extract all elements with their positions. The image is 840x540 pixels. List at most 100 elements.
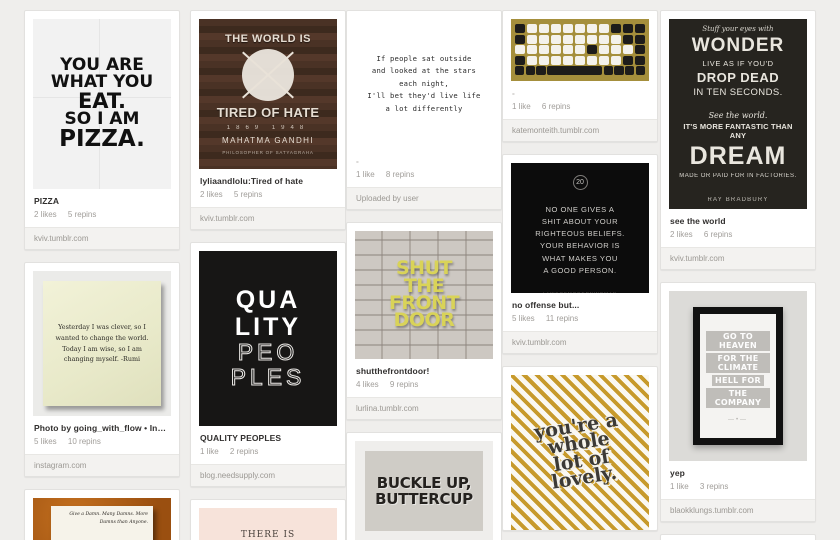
art-line: HELL FOR bbox=[712, 374, 764, 386]
pin-source[interactable]: katemonteith.tumblr.com bbox=[503, 119, 657, 141]
pin-likes: 5 likes bbox=[34, 437, 57, 446]
tired-of-hate-art: THE WORLD IS TIRED OF HATE 1869 1948 MAH… bbox=[199, 19, 337, 169]
stars-quote-art: If people sat outside and looked at the … bbox=[355, 19, 493, 149]
pin-stats: 2 likes 6 repins bbox=[670, 230, 806, 239]
masonry-column-2: THE WORLD IS TIRED OF HATE 1869 1948 MAH… bbox=[190, 10, 346, 540]
pin-card[interactable]: - 1 like 6 repins katemonteith.tumblr.co… bbox=[502, 10, 658, 142]
pin-source[interactable]: blaokklungs.tumblr.com bbox=[661, 499, 815, 521]
pin-meta: - 1 like 8 repins bbox=[347, 149, 501, 187]
pin-card[interactable]: 21 bbox=[660, 534, 816, 540]
pin-title[interactable]: shutthefrontdoor! bbox=[356, 366, 492, 376]
pin-likes: 1 like bbox=[670, 482, 689, 491]
pin-title[interactable]: see the world bbox=[670, 216, 806, 226]
quality-peoples-art: QUA LITY PEO PLES bbox=[199, 251, 337, 426]
pin-source[interactable]: instagram.com bbox=[25, 454, 179, 476]
emblem-icon bbox=[242, 49, 294, 101]
pin-thumbnail[interactable]: Stuff your eyes with WONDER LIVE AS IF Y… bbox=[669, 19, 807, 209]
pin-source[interactable]: kviv.tumblr.com bbox=[661, 247, 815, 269]
pin-card[interactable]: Stuff your eyes with WONDER LIVE AS IF Y… bbox=[660, 10, 816, 270]
masonry-column-4: - 1 like 6 repins katemonteith.tumblr.co… bbox=[502, 10, 658, 540]
pin-thumbnail[interactable]: QUA LITY PEO PLES bbox=[199, 251, 337, 426]
pin-board[interactable]: YOU ARE WHAT YOU EAT. SO I AM PIZZA. PIZ… bbox=[0, 0, 840, 540]
pin-meta: shutthefrontdoor! 4 likes 9 repins bbox=[347, 359, 501, 397]
pin-title[interactable]: PIZZA bbox=[34, 196, 170, 206]
art-line: EAT. bbox=[77, 88, 127, 113]
pin-title[interactable]: QUALITY PEOPLES bbox=[200, 433, 336, 443]
art-line: I'll bet they'd live life bbox=[367, 91, 481, 101]
pin-thumbnail[interactable]: Give a Damn. Many Damns. More Damns than… bbox=[33, 498, 171, 540]
art-line: WONDER bbox=[691, 35, 785, 56]
pin-card[interactable]: THE WORLD IS TIRED OF HATE 1869 1948 MAH… bbox=[190, 10, 346, 230]
pin-meta: no offense but... 5 likes 11 repins bbox=[503, 293, 657, 331]
pin-repins: 6 repins bbox=[541, 102, 571, 111]
pin-title[interactable]: - bbox=[356, 156, 492, 166]
pin-card[interactable]: If people sat outside and looked at the … bbox=[346, 10, 502, 210]
art-line: PIZZA. bbox=[59, 126, 145, 152]
pin-thumbnail[interactable]: 20 NO ONE GIVES A SHIT ABOUT YOUR RIGHTE… bbox=[511, 163, 649, 293]
pin-card[interactable]: SHUT THE FRONT DOOR shutthefrontdoor! 4 … bbox=[346, 222, 502, 420]
pin-likes: 1 like bbox=[200, 447, 219, 456]
art-line: LITY bbox=[234, 312, 302, 341]
pin-stats: 2 likes 5 repins bbox=[200, 190, 336, 199]
pin-card[interactable]: you're a whole lot of lovely. bbox=[502, 366, 658, 531]
pin-card[interactable]: GO TO HEAVEN FOR THE CLIMATE HELL FOR TH… bbox=[660, 282, 816, 522]
pin-title[interactable]: - bbox=[512, 88, 648, 98]
pin-meta: yep 1 like 3 repins bbox=[661, 461, 815, 499]
vintage-keyboard-art bbox=[511, 19, 649, 81]
art-line: See the world. bbox=[708, 111, 768, 120]
pin-card[interactable]: 20 NO ONE GIVES A SHIT ABOUT YOUR RIGHTE… bbox=[502, 154, 658, 354]
art-line: NO ONE GIVES A bbox=[545, 205, 615, 214]
art-line: PEO bbox=[237, 339, 299, 366]
art-line: a lot differently bbox=[385, 103, 463, 113]
pin-repins: 9 repins bbox=[389, 380, 419, 389]
pin-card[interactable]: THERE IS ONLY ONE bbox=[190, 499, 346, 540]
pin-thumbnail[interactable]: THE WORLD IS TIRED OF HATE 1869 1948 MAH… bbox=[199, 19, 337, 169]
pin-thumbnail[interactable]: GO TO HEAVEN FOR THE CLIMATE HELL FOR TH… bbox=[669, 291, 807, 461]
buckle-up-art: BUCKLE UP, BUTTERCUP bbox=[355, 441, 493, 540]
pin-title[interactable]: lyliaandlolu:Tired of hate bbox=[200, 176, 336, 186]
pin-repins: 2 repins bbox=[229, 447, 259, 456]
number-badge-icon: 20 bbox=[572, 175, 588, 190]
pin-stats: 1 like 2 repins bbox=[200, 447, 336, 456]
pin-thumbnail[interactable]: YOU ARE WHAT YOU EAT. SO I AM PIZZA. bbox=[33, 19, 171, 189]
art-line: BUTTERCUP bbox=[375, 490, 473, 508]
pin-source[interactable]: blog.needsupply.com bbox=[191, 464, 345, 486]
sticky-note: Yesterday I was clever, so I wanted to c… bbox=[43, 281, 161, 406]
pin-thumbnail[interactable]: If people sat outside and looked at the … bbox=[355, 19, 493, 149]
art-line: Stuff your eyes with bbox=[702, 25, 774, 33]
pin-thumbnail[interactable]: SHUT THE FRONT DOOR bbox=[355, 231, 493, 359]
pin-thumbnail[interactable]: you're a whole lot of lovely. bbox=[511, 375, 649, 530]
pin-likes: 1 like bbox=[356, 170, 375, 179]
shut-the-front-door-art: SHUT THE FRONT DOOR bbox=[355, 231, 493, 359]
art-author: MAHATMA GANDHI bbox=[222, 136, 314, 145]
pin-title[interactable]: no offense but... bbox=[512, 300, 648, 310]
pin-meta: PIZZA 2 likes 5 repins bbox=[25, 189, 179, 227]
pin-source[interactable]: Uploaded by user bbox=[347, 187, 501, 209]
pin-source[interactable]: lurlina.tumblr.com bbox=[347, 397, 501, 419]
pin-card[interactable]: QUA LITY PEO PLES QUALITY PEOPLES 1 like… bbox=[190, 242, 346, 487]
pin-source[interactable]: kviv.tumblr.com bbox=[25, 227, 179, 249]
pin-card[interactable]: BUCKLE UP, BUTTERCUP bbox=[346, 432, 502, 540]
pin-thumbnail[interactable]: THERE IS ONLY ONE bbox=[199, 508, 337, 540]
pin-stats: 1 like 3 repins bbox=[670, 482, 806, 491]
pin-source[interactable]: kviv.tumblr.com bbox=[503, 331, 657, 353]
art-author: RAY BRADBURY bbox=[707, 197, 769, 203]
pin-title[interactable]: Photo by going_with_flow • Instagram bbox=[34, 423, 170, 433]
pin-card[interactable]: Yesterday I was clever, so I wanted to c… bbox=[24, 262, 180, 477]
pin-likes: 1 like bbox=[512, 102, 531, 111]
pin-card[interactable]: YOU ARE WHAT YOU EAT. SO I AM PIZZA. PIZ… bbox=[24, 10, 180, 250]
cork-note-art: Give a Damn. Many Damns. More Damns than… bbox=[33, 498, 171, 540]
pin-stats: 1 like 6 repins bbox=[512, 102, 648, 111]
pin-repins: 6 repins bbox=[703, 230, 733, 239]
pin-stats: 1 like 8 repins bbox=[356, 170, 492, 179]
pin-card[interactable]: Give a Damn. Many Damns. More Damns than… bbox=[24, 489, 180, 540]
pin-thumbnail[interactable]: BUCKLE UP, BUTTERCUP bbox=[355, 441, 493, 540]
pin-thumbnail[interactable]: Yesterday I was clever, so I wanted to c… bbox=[33, 271, 171, 416]
pin-title[interactable]: yep bbox=[670, 468, 806, 478]
pin-repins: 3 repins bbox=[699, 482, 729, 491]
pin-source[interactable]: kviv.tumblr.com bbox=[191, 207, 345, 229]
pin-thumbnail[interactable] bbox=[511, 19, 649, 81]
art-body: you're a whole lot of lovely. bbox=[532, 408, 627, 493]
pin-meta: lyliaandlolu:Tired of hate 2 likes 5 rep… bbox=[191, 169, 345, 207]
art-line: YOUR BEHAVIOR IS bbox=[539, 241, 620, 251]
